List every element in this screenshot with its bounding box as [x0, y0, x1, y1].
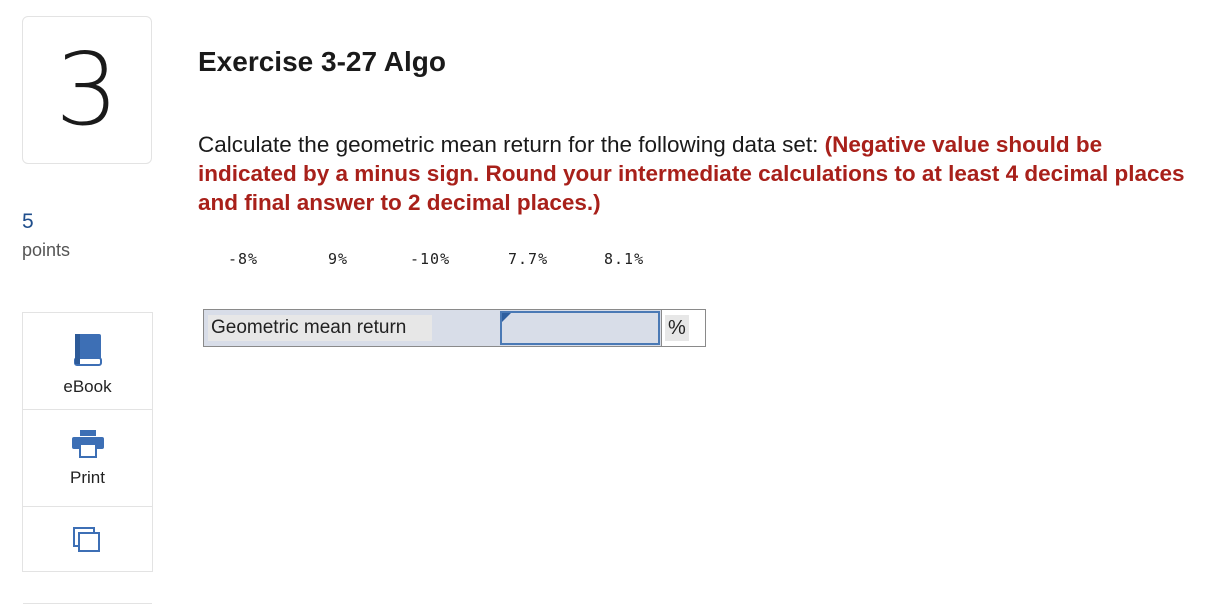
prompt-text: Calculate the geometric mean return for … [198, 132, 825, 157]
points-value: 5 [22, 210, 34, 233]
references-icon [72, 527, 103, 555]
input-flag-icon [502, 313, 511, 322]
return-value: 7.7% [508, 250, 549, 268]
geometric-mean-input[interactable] [500, 311, 660, 345]
tools-panel: eBook Print [22, 312, 153, 604]
percent-unit: % [665, 315, 689, 341]
question-number-box: 3 [22, 16, 152, 164]
print-label: Print [70, 468, 105, 487]
printer-icon [71, 430, 104, 458]
question-number: 3 [55, 31, 119, 148]
return-value: 8.1% [604, 250, 645, 268]
book-icon [73, 333, 103, 367]
returns-data-row: -8% 9% -10% 7.7% 8.1% [228, 250, 664, 268]
unit-cell: % [661, 310, 705, 346]
return-value: -10% [410, 250, 451, 268]
ebook-button[interactable]: eBook [23, 313, 152, 410]
print-button[interactable]: Print [23, 410, 152, 507]
references-button[interactable] [23, 507, 152, 604]
points-label: points [22, 240, 71, 260]
exercise-title: Exercise 3-27 Algo [198, 46, 446, 77]
answer-table: Geometric mean return % [203, 309, 706, 347]
ebook-label: eBook [63, 377, 112, 396]
return-value: -8% [228, 250, 259, 268]
answer-label: Geometric mean return [208, 315, 432, 341]
question-prompt: Calculate the geometric mean return for … [198, 130, 1188, 217]
return-value: 9% [328, 250, 349, 268]
